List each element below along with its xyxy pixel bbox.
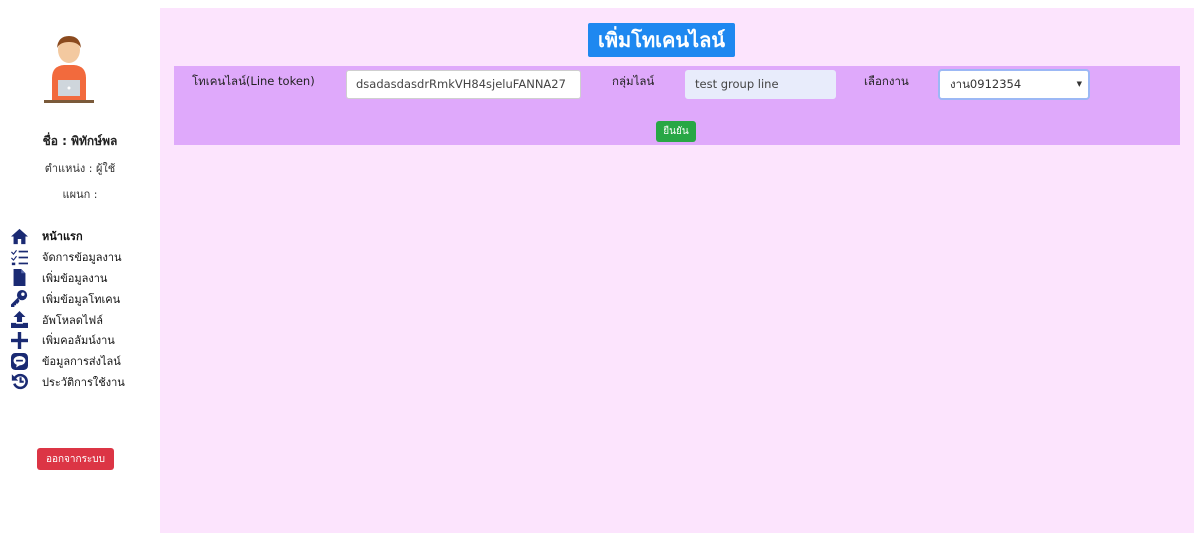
sidebar-item-home[interactable]: หน้าแรก [10,226,160,247]
sidebar-item-label: เพิ่มข้อมูลโทเคน [42,292,121,306]
sidebar-nav: หน้าแรก จัดการข้อมูลงาน เพิ่มข้อมูลงาน เ… [10,226,160,392]
group-input[interactable]: test group line [685,70,836,99]
file-icon [10,269,28,287]
upload-icon [10,311,28,329]
history-icon [10,373,28,391]
sidebar-item-label: เพิ่มข้อมูลงาน [42,271,108,285]
user-avatar-icon [42,34,96,106]
home-icon [10,227,28,245]
page: ชื่อ : พิทักษ์พล ตำแหน่ง : ผู้ใช้ แผนก :… [0,0,1194,533]
token-input[interactable]: dsadasdasdrRmkVH84sjeluFANNA27 [346,70,581,99]
main-content: เพิ่มโทเคนไลน์ โทเคนไลน์(Line token) dsa… [160,8,1194,533]
sidebar-item-label: ประวัติการใช้งาน [42,375,125,389]
job-select-value: งาน0912354 [950,77,1022,91]
user-role: ตำแหน่ง : ผู้ใช้ [44,162,116,175]
sidebar: ชื่อ : พิทักษ์พล ตำแหน่ง : ผู้ใช้ แผนก :… [0,0,160,533]
token-label: โทเคนไลน์(Line token) [192,74,315,88]
confirm-button[interactable]: ยืนยัน [656,121,696,142]
sidebar-item-manage-jobs[interactable]: จัดการข้อมูลงาน [10,247,160,268]
add-token-form: โทเคนไลน์(Line token) dsadasdasdrRmkVH84… [174,66,1180,145]
sidebar-item-label: หน้าแรก [42,230,83,244]
sidebar-item-label: เพิ่มคอลัมน์งาน [42,334,115,348]
job-select[interactable]: งาน0912354 ▼ [938,69,1090,100]
sidebar-item-label: ข้อมูลการส่งไลน์ [42,355,121,369]
sidebar-item-label: จัดการข้อมูลงาน [42,251,122,265]
sidebar-item-upload[interactable]: อัพโหลดไฟล์ [10,309,160,330]
sidebar-item-add-column[interactable]: เพิ่มคอลัมน์งาน [10,330,160,351]
sidebar-item-add-token[interactable]: เพิ่มข้อมูลโทเคน [10,288,160,309]
key-icon [10,290,28,308]
sidebar-item-line-data[interactable]: ข้อมูลการส่งไลน์ [10,351,160,372]
list-check-icon [10,248,28,266]
sidebar-item-history[interactable]: ประวัติการใช้งาน [10,372,160,393]
user-name: ชื่อ : พิทักษ์พล [42,134,118,148]
sidebar-item-add-job[interactable]: เพิ่มข้อมูลงาน [10,268,160,289]
caret-down-icon: ▼ [1076,80,1082,88]
logout-button[interactable]: ออกจากระบบ [37,448,114,470]
plus-icon [10,331,28,349]
user-department: แผนก : [62,188,98,201]
sidebar-item-label: อัพโหลดไฟล์ [42,313,103,327]
line-chat-icon [10,352,28,370]
page-title: เพิ่มโทเคนไลน์ [588,23,736,57]
job-label: เลือกงาน [864,74,909,88]
group-label: กลุ่มไลน์ [612,74,655,88]
